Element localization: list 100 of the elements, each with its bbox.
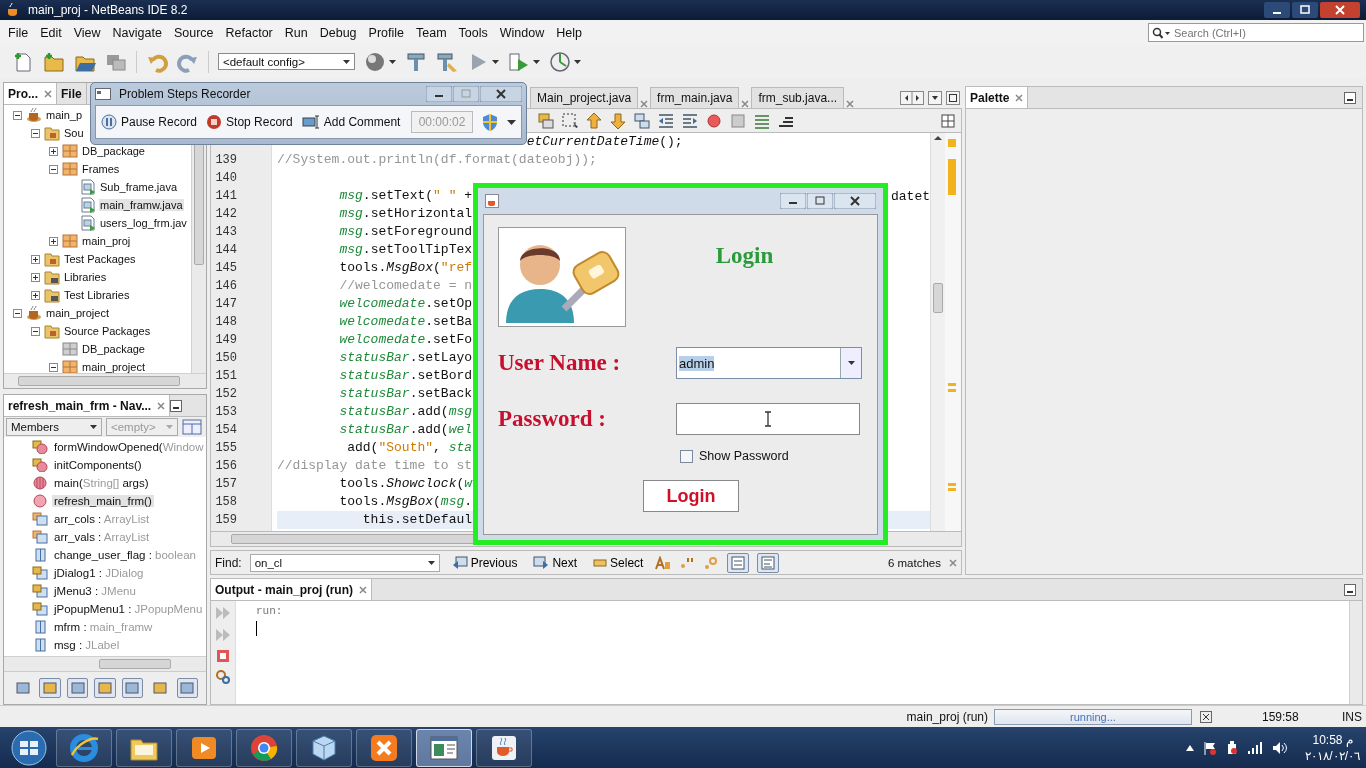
shield-icon[interactable] bbox=[482, 113, 498, 131]
shift-right-icon[interactable] bbox=[681, 111, 699, 130]
cancel-icon[interactable] bbox=[1200, 710, 1212, 723]
gauge-icon[interactable] bbox=[549, 50, 571, 73]
member-item[interactable]: arr_cols : ArrayList bbox=[52, 513, 152, 525]
window-stack-icon[interactable] bbox=[537, 111, 555, 130]
highlight-results-icon[interactable] bbox=[731, 555, 746, 570]
scrollbar[interactable] bbox=[4, 373, 206, 388]
menu-item[interactable]: File bbox=[2, 25, 35, 40]
maximize-icon[interactable] bbox=[1292, 2, 1318, 18]
debug-icon[interactable] bbox=[508, 50, 530, 73]
minus-icon[interactable] bbox=[12, 308, 22, 318]
filter-toggle[interactable] bbox=[66, 678, 89, 698]
power-icon[interactable] bbox=[1226, 740, 1239, 755]
plus-icon[interactable] bbox=[30, 290, 40, 300]
search-field[interactable]: Search (Ctrl+I) bbox=[1174, 25, 1360, 40]
minus-icon[interactable] bbox=[12, 110, 22, 120]
plus-icon[interactable] bbox=[30, 254, 40, 264]
search-icon[interactable] bbox=[1152, 26, 1170, 39]
find-button[interactable]: Select bbox=[589, 555, 648, 570]
app-window-icon[interactable] bbox=[429, 734, 459, 761]
xampp-icon[interactable] bbox=[369, 732, 399, 763]
columns-icon[interactable] bbox=[182, 419, 202, 435]
minus-icon[interactable] bbox=[30, 326, 40, 336]
menu-item[interactable]: Debug bbox=[313, 25, 363, 40]
checkbox-icon[interactable] bbox=[680, 449, 693, 463]
member-item[interactable]: jPopupMenu1 : JPopupMenu bbox=[52, 603, 205, 615]
tree-item[interactable]: main_project bbox=[81, 361, 146, 373]
tree-item[interactable]: Test Packages bbox=[63, 253, 137, 265]
hammer-broom-icon[interactable] bbox=[436, 50, 458, 73]
minus-icon[interactable] bbox=[48, 362, 58, 372]
taskbar-button[interactable] bbox=[56, 728, 112, 767]
panel-tab[interactable]: Pro... bbox=[4, 83, 57, 104]
tree-item[interactable]: main_proj bbox=[81, 235, 132, 247]
panel-tab[interactable]: Output - main_proj (run) bbox=[211, 579, 372, 600]
whole-word-icon[interactable] bbox=[679, 555, 696, 570]
minimize-icon[interactable] bbox=[1264, 2, 1290, 18]
editor-tab[interactable]: Main_project.java bbox=[530, 87, 639, 108]
panel-tab[interactable]: File bbox=[57, 83, 87, 104]
gears-icon[interactable] bbox=[215, 669, 231, 685]
maximize-icon[interactable] bbox=[946, 90, 960, 105]
caret-icon[interactable] bbox=[533, 59, 540, 64]
menu-item[interactable]: Edit bbox=[34, 25, 68, 40]
up-arrow-icon[interactable] bbox=[585, 111, 603, 130]
minimize-icon[interactable] bbox=[1344, 583, 1356, 596]
member-item[interactable]: jMenu3 : JMenu bbox=[52, 585, 138, 597]
password-field[interactable] bbox=[676, 403, 860, 435]
minimize-icon[interactable] bbox=[170, 399, 183, 412]
close-icon[interactable] bbox=[480, 86, 522, 102]
taskbar-button[interactable] bbox=[356, 728, 412, 767]
tree-item[interactable]: Sou bbox=[63, 127, 85, 139]
record-icon[interactable] bbox=[705, 111, 723, 130]
plus-icon[interactable] bbox=[48, 146, 58, 156]
taskbar-button[interactable] bbox=[296, 728, 352, 767]
caret-icon[interactable] bbox=[389, 59, 396, 64]
new-file-icon[interactable] bbox=[12, 50, 34, 73]
plus-icon[interactable] bbox=[48, 236, 58, 246]
member-item[interactable]: mfrm : main_framw bbox=[52, 621, 155, 633]
tree-item[interactable]: Frames bbox=[81, 163, 121, 175]
taskbar-button[interactable] bbox=[416, 728, 472, 767]
caret-icon[interactable] bbox=[492, 59, 499, 64]
wrap-icon[interactable] bbox=[761, 555, 776, 570]
recorder-button[interactable]: Pause Record bbox=[101, 114, 198, 130]
menu-item[interactable]: Refactor bbox=[219, 25, 279, 40]
up-caret-icon[interactable] bbox=[1186, 744, 1195, 751]
globe-icon[interactable] bbox=[364, 50, 386, 73]
new-folder-icon[interactable] bbox=[43, 50, 65, 73]
tree-item[interactable]: Libraries bbox=[63, 271, 108, 283]
shapes-icon[interactable] bbox=[633, 111, 651, 130]
taskbar-button[interactable] bbox=[176, 728, 232, 767]
recorder-button[interactable]: Stop Record bbox=[206, 114, 293, 130]
tree-item[interactable]: main_framw.java bbox=[99, 199, 184, 211]
member-item[interactable]: main(String[] args) bbox=[52, 477, 151, 489]
find-button[interactable]: Previous bbox=[447, 555, 522, 570]
login-button[interactable]: Login bbox=[643, 480, 739, 512]
menu-item[interactable]: Team bbox=[410, 25, 453, 40]
caret-icon[interactable] bbox=[574, 59, 581, 64]
tree-item[interactable]: Test Libraries bbox=[63, 289, 131, 301]
tree-item[interactable]: DB_package bbox=[81, 145, 146, 157]
username-field[interactable]: admin bbox=[676, 347, 862, 379]
minus-icon[interactable] bbox=[30, 128, 40, 138]
taskbar-button[interactable] bbox=[236, 728, 292, 767]
menu-item[interactable]: Help bbox=[550, 25, 588, 40]
scrollbar[interactable] bbox=[931, 133, 945, 531]
down-arrow-icon[interactable] bbox=[609, 111, 627, 130]
e-browser-icon[interactable] bbox=[69, 732, 99, 763]
grid-icon[interactable] bbox=[941, 113, 955, 128]
filter-toggle[interactable] bbox=[176, 678, 198, 698]
recorder-button[interactable]: Add Comment bbox=[301, 115, 401, 129]
tree-item[interactable]: Source Packages bbox=[63, 325, 152, 337]
hammer-icon[interactable] bbox=[405, 50, 427, 73]
member-item[interactable]: refresh_main_frm() bbox=[52, 495, 154, 507]
taskbar-button[interactable] bbox=[116, 728, 172, 767]
close-icon[interactable] bbox=[834, 193, 876, 209]
member-item[interactable]: arr_vals : ArrayList bbox=[52, 531, 152, 543]
tree-item[interactable]: Sub_frame.java bbox=[99, 181, 179, 193]
member-item[interactable]: msg : JLabel bbox=[52, 639, 122, 651]
panel-tab[interactable]: Palette bbox=[966, 87, 1029, 108]
caret-icon[interactable] bbox=[507, 119, 516, 125]
scroll-tabs-icon[interactable] bbox=[900, 90, 924, 105]
